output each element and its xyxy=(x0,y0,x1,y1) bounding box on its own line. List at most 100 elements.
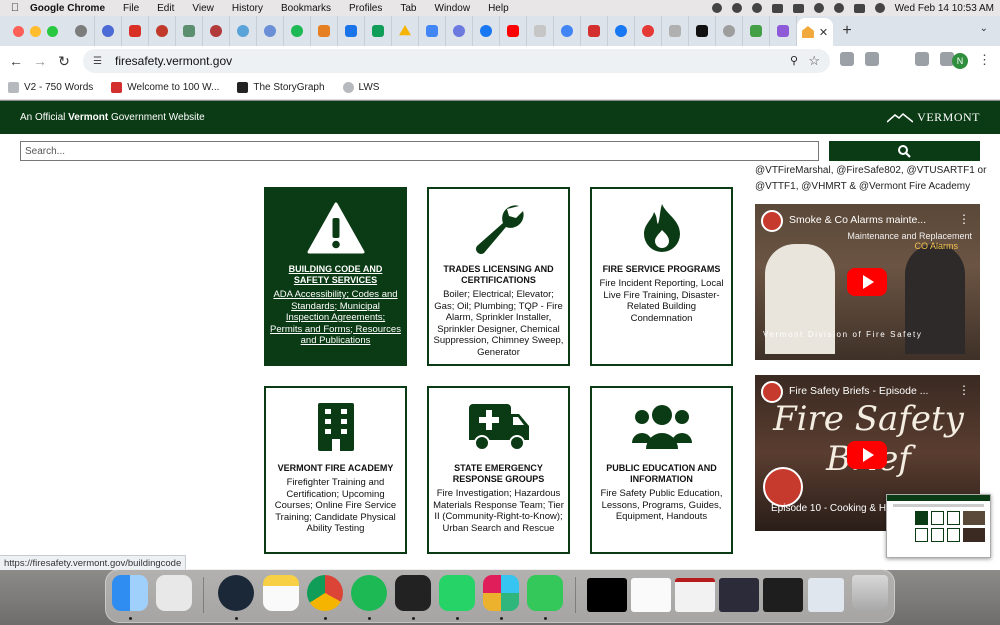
tab[interactable] xyxy=(743,16,770,46)
channel-avatar[interactable] xyxy=(761,210,783,232)
url-text[interactable]: firesafety.vermont.gov xyxy=(115,54,232,68)
tab[interactable] xyxy=(662,16,689,46)
video-title[interactable]: Fire Safety Briefs - Episode ... xyxy=(789,385,928,397)
apple-menu-icon[interactable]:  xyxy=(0,2,30,14)
minimize-window-button[interactable] xyxy=(30,25,41,37)
play-icon[interactable] xyxy=(731,3,742,13)
media-icon[interactable] xyxy=(915,52,929,66)
extension-icon[interactable] xyxy=(840,52,854,66)
status-icon[interactable] xyxy=(711,3,722,13)
search-input[interactable] xyxy=(20,141,819,161)
video-menu-icon[interactable]: ⋮ xyxy=(958,212,970,226)
minimized-window[interactable] xyxy=(675,578,715,612)
menu-bookmarks[interactable]: Bookmarks xyxy=(281,3,331,14)
video-title[interactable]: Smoke & Co Alarms mainte... xyxy=(789,214,926,226)
tab[interactable] xyxy=(284,16,311,46)
messages-icon[interactable] xyxy=(527,575,563,611)
address-bar[interactable]: ☰ firesafety.vermont.gov ⚲ ☆ xyxy=(83,49,830,73)
back-button[interactable]: ← xyxy=(4,53,28,69)
bookmark-star-icon[interactable]: ☆ xyxy=(808,53,820,69)
card-building-code[interactable]: BUILDING CODE AND SAFETY SERVICES ADA Ac… xyxy=(264,187,407,366)
siri-icon[interactable] xyxy=(874,3,885,13)
tab[interactable] xyxy=(365,16,392,46)
minimized-window[interactable] xyxy=(719,578,759,612)
control-center-icon[interactable] xyxy=(853,3,865,13)
tab[interactable] xyxy=(176,16,203,46)
clock[interactable]: Wed Feb 14 10:53 AM xyxy=(895,3,994,14)
minimized-window[interactable] xyxy=(631,578,671,612)
forward-button[interactable]: → xyxy=(28,53,52,69)
menu-window[interactable]: Window xyxy=(435,3,471,14)
tab[interactable] xyxy=(338,16,365,46)
search-icon[interactable] xyxy=(833,3,844,13)
vermont-logo[interactable]: VERMONT xyxy=(887,110,980,125)
tab[interactable] xyxy=(608,16,635,46)
zoom-window-button[interactable] xyxy=(47,25,58,37)
menu-profiles[interactable]: Profiles xyxy=(349,3,382,14)
card-fire-academy[interactable]: VERMONT FIRE ACADEMY Firefighter Trainin… xyxy=(264,386,407,554)
wifi-icon[interactable] xyxy=(813,3,824,13)
spotify-icon[interactable] xyxy=(351,575,387,611)
music-app-icon[interactable] xyxy=(395,575,431,611)
more-menu-icon[interactable]: ⋮ xyxy=(978,52,991,68)
minimized-window[interactable] xyxy=(808,578,844,612)
tab[interactable] xyxy=(203,16,230,46)
play-button[interactable] xyxy=(847,441,887,469)
tab[interactable] xyxy=(392,16,419,46)
tab[interactable] xyxy=(527,16,554,46)
menu-history[interactable]: History xyxy=(232,3,263,14)
bookmark-item[interactable]: V2 - 750 Words xyxy=(8,82,93,93)
tab[interactable] xyxy=(311,16,338,46)
battery-icon[interactable] xyxy=(792,3,804,13)
video-embed-smoke-alarms[interactable]: Smoke & Co Alarms mainte... ⋮ Maintenanc… xyxy=(755,204,980,360)
tab[interactable] xyxy=(95,16,122,46)
close-window-button[interactable] xyxy=(13,25,24,37)
play-button[interactable] xyxy=(847,268,887,296)
menu-help[interactable]: Help xyxy=(488,3,509,14)
whatsapp-icon[interactable] xyxy=(439,575,475,611)
card-trades-licensing[interactable]: TRADES LICENSING AND CERTIFICATIONS Boil… xyxy=(427,187,570,366)
menu-edit[interactable]: Edit xyxy=(157,3,174,14)
tab-search-icon[interactable]: ⌄ xyxy=(980,23,988,34)
tab[interactable] xyxy=(500,16,527,46)
slack-icon[interactable] xyxy=(483,575,519,611)
puzzle-icon[interactable] xyxy=(865,52,879,66)
tab[interactable] xyxy=(581,16,608,46)
menu-app-name[interactable]: Google Chrome xyxy=(30,3,105,14)
site-info-icon[interactable]: ☰ xyxy=(93,56,107,67)
minimized-window[interactable] xyxy=(763,578,803,612)
launchpad-icon[interactable] xyxy=(156,575,192,611)
card-public-education[interactable]: PUBLIC EDUCATION AND INFORMATION Fire Sa… xyxy=(590,386,733,554)
screenshot-thumbnail[interactable] xyxy=(886,494,991,558)
bookmark-item[interactable]: Welcome to 100 W... xyxy=(111,82,219,93)
tab[interactable] xyxy=(257,16,284,46)
trash-icon[interactable] xyxy=(852,575,888,611)
card-emergency-response[interactable]: STATE EMERGENCY RESPONSE GROUPS Fire Inv… xyxy=(427,386,570,554)
menu-file[interactable]: File xyxy=(123,3,139,14)
tab[interactable] xyxy=(554,16,581,46)
finder-icon[interactable] xyxy=(112,575,148,611)
reload-button[interactable]: ↻ xyxy=(52,53,76,70)
card-title[interactable]: BUILDING CODE AND SAFETY SERVICES xyxy=(270,264,401,286)
minimized-window[interactable] xyxy=(587,578,627,612)
bookmark-item[interactable]: The StoryGraph xyxy=(237,82,325,93)
tab[interactable] xyxy=(770,16,797,46)
video-menu-icon[interactable]: ⋮ xyxy=(958,383,970,397)
search-button[interactable] xyxy=(829,141,980,161)
tab[interactable] xyxy=(68,16,95,46)
bluetooth-icon[interactable] xyxy=(771,3,783,13)
bookmark-item[interactable]: LWS xyxy=(342,82,379,93)
tab[interactable] xyxy=(419,16,446,46)
zoom-icon[interactable]: ⚲ xyxy=(790,54,798,67)
timer-icon[interactable] xyxy=(751,3,762,13)
menu-tab[interactable]: Tab xyxy=(400,3,416,14)
active-tab[interactable]: ✕ xyxy=(797,18,833,46)
tab[interactable] xyxy=(149,16,176,46)
tab[interactable] xyxy=(716,16,743,46)
notes-icon[interactable] xyxy=(263,575,299,611)
tab[interactable] xyxy=(446,16,473,46)
close-tab-icon[interactable]: ✕ xyxy=(819,26,828,39)
card-description[interactable]: ADA Accessibility; Codes and Standards; … xyxy=(270,289,401,347)
chrome-icon[interactable] xyxy=(307,575,343,611)
card-fire-service[interactable]: FIRE SERVICE PROGRAMS Fire Incident Repo… xyxy=(590,187,733,366)
